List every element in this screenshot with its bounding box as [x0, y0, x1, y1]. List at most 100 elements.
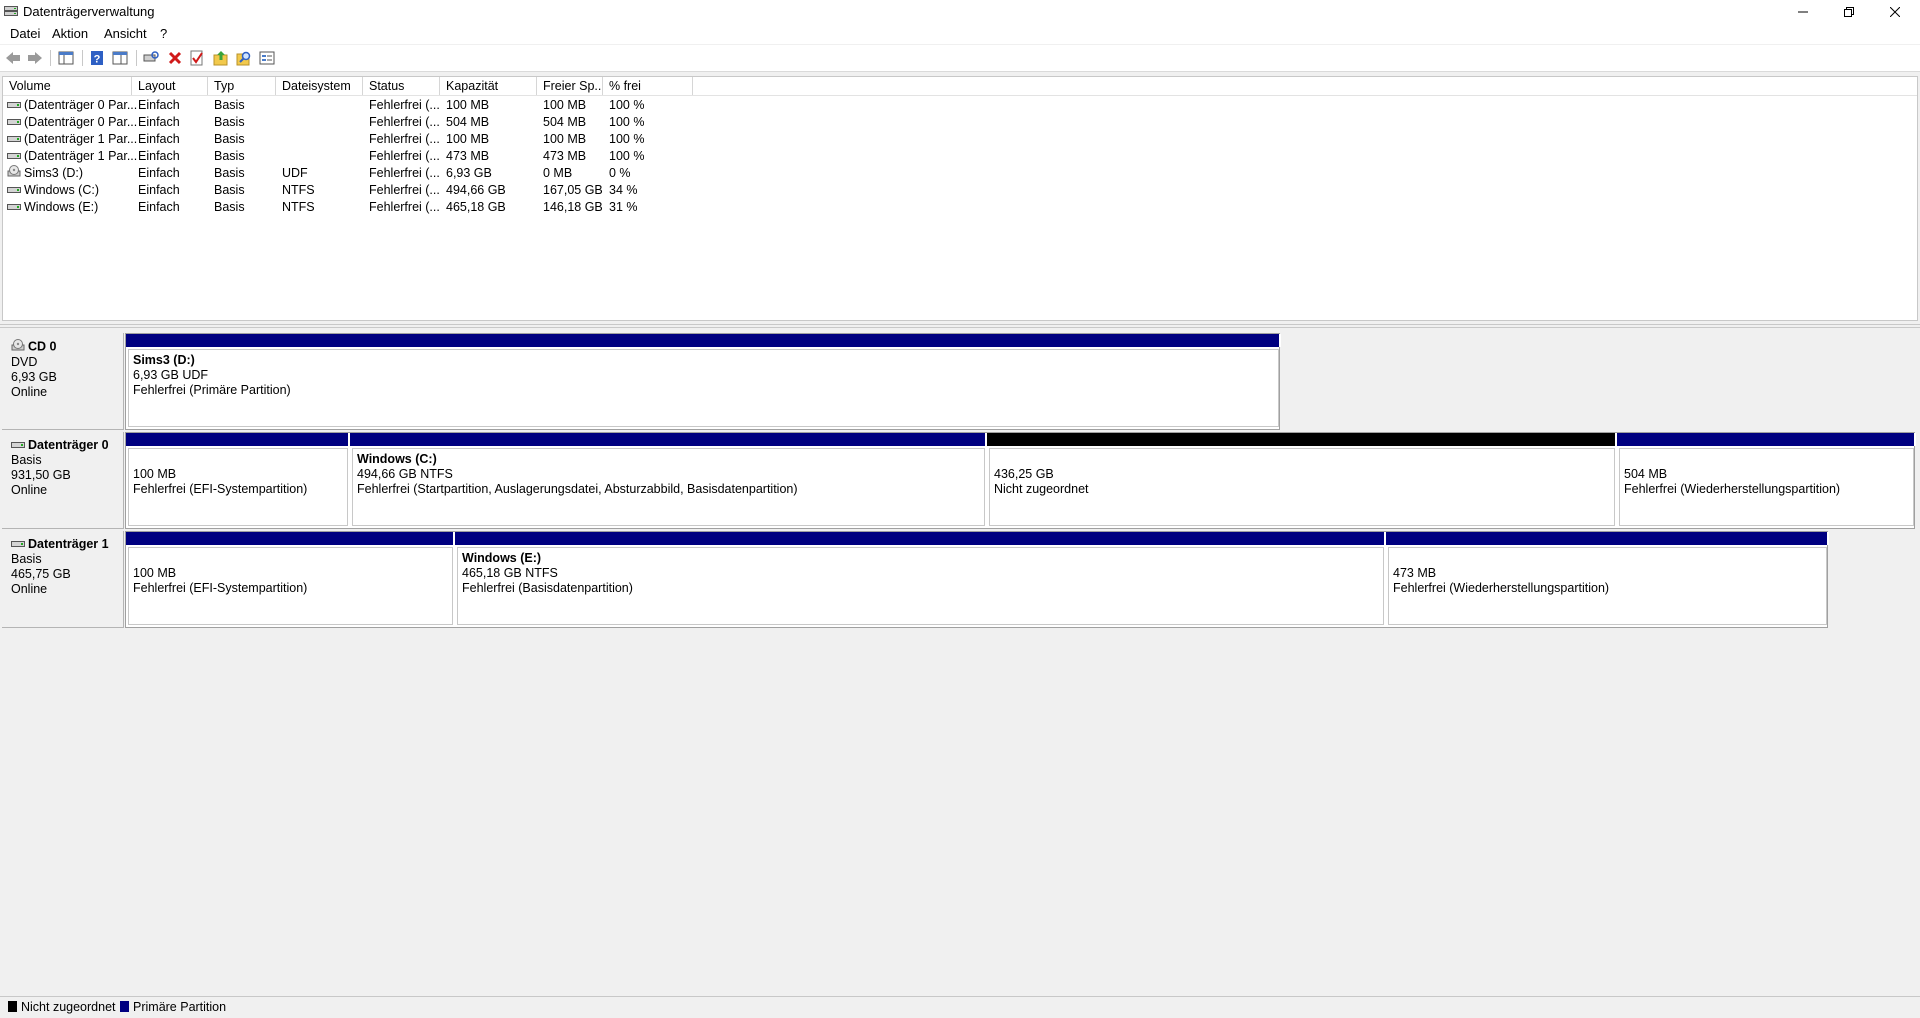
cell-kap: 6,93 GB: [446, 166, 492, 180]
cell-kap: 100 MB: [446, 98, 490, 112]
menu-help[interactable]: ?: [160, 26, 167, 41]
partition-bar: [126, 334, 1281, 347]
partition-name: [1393, 551, 1826, 566]
console-tree-button[interactable]: [56, 48, 76, 68]
delete-button[interactable]: [165, 48, 185, 68]
partition-line1: 100 MB: [133, 467, 177, 481]
partition-line2: Nicht zugeordnet: [994, 482, 1089, 496]
partition-bar: [1386, 532, 1829, 545]
partition-body: 100 MB Fehlerfrei (EFI-Systempartition): [128, 547, 453, 625]
cell-layout: Einfach: [138, 132, 180, 146]
import-button[interactable]: [211, 48, 231, 68]
cell-volume: (Datenträger 0 Par...: [7, 97, 137, 114]
partition-line2: Fehlerfrei (Basisdatenpartition): [462, 581, 633, 595]
disk-info[interactable]: Datenträger 1 Basis 465,75 GB Online: [2, 531, 124, 628]
search-button[interactable]: [234, 48, 254, 68]
column-dateisystem[interactable]: Dateisystem: [276, 77, 363, 95]
partition-body: 100 MB Fehlerfrei (EFI-Systempartition): [128, 448, 348, 526]
cell-frei: 473 MB: [543, 149, 587, 163]
column-volume[interactable]: Volume: [3, 77, 132, 95]
disk-state: Online: [11, 582, 48, 597]
cd-icon: [7, 165, 21, 177]
disk-icon: [7, 102, 21, 109]
help-button[interactable]: ?: [87, 48, 107, 68]
partition-name: Windows (E:): [462, 551, 542, 565]
view-button[interactable]: [257, 48, 277, 68]
partition-line1: 504 MB: [1624, 467, 1668, 481]
minimize-button[interactable]: [1780, 0, 1826, 24]
window-title: Datenträgerverwaltung: [23, 4, 155, 19]
cell-typ: Basis: [214, 166, 245, 180]
partition[interactable]: 504 MB Fehlerfrei (Wiederherstellungspart…: [1617, 433, 1916, 528]
partition-line2: Fehlerfrei (Primäre Partition): [133, 383, 291, 397]
menu-aktion[interactable]: Aktion: [52, 26, 88, 41]
disk-name: CD 0: [11, 339, 123, 355]
legend-primary: Primäre Partition: [120, 1000, 226, 1015]
partition-bar: [1617, 433, 1916, 446]
partition[interactable]: Windows (C:) 494,66 GB NTFS Fehlerfrei (St…: [350, 433, 987, 528]
restore-button[interactable]: [1826, 0, 1872, 24]
cell-layout: Einfach: [138, 200, 180, 214]
import-icon: [213, 51, 228, 66]
back-button[interactable]: [3, 48, 23, 68]
table-row[interactable]: Windows (E:) Einfach Basis NTFS Fehlerfrei (…: [3, 199, 1917, 216]
table-row[interactable]: (Datenträger 0 Par... Einfach Basis Fehlerf…: [3, 97, 1917, 114]
properties-icon: [112, 51, 128, 65]
volume-name: (Datenträger 1 Par...: [24, 149, 138, 163]
cell-status: Fehlerfrei (...: [369, 200, 440, 214]
table-row[interactable]: Windows (C:) Einfach Basis NTFS Fehlerfrei (…: [3, 182, 1917, 199]
connect-button[interactable]: [141, 48, 161, 68]
partition[interactable]: 473 MB Fehlerfrei (Wiederherstellungspart…: [1386, 532, 1829, 627]
disk-name: Datenträger 0: [11, 438, 123, 453]
menu-datei[interactable]: Datei: [10, 26, 40, 41]
column-kapazitaet[interactable]: Kapazität: [440, 77, 537, 95]
column-typ[interactable]: Typ: [208, 77, 276, 95]
partition-bar: [455, 532, 1386, 545]
column-prozent-frei[interactable]: % frei: [603, 77, 693, 95]
column-layout[interactable]: Layout: [132, 77, 208, 95]
cell-frei: 146,18 GB: [543, 200, 603, 214]
check-button[interactable]: [187, 48, 207, 68]
cell-typ: Basis: [214, 132, 245, 146]
table-row[interactable]: Sims3 (D:) Einfach Basis UDF Fehlerfrei (...…: [3, 165, 1917, 182]
table-row[interactable]: (Datenträger 0 Par... Einfach Basis Fehlerf…: [3, 114, 1917, 131]
column-status[interactable]: Status: [363, 77, 440, 95]
cell-layout: Einfach: [138, 183, 180, 197]
close-icon: [1890, 7, 1900, 17]
cell-volume: (Datenträger 1 Par...: [7, 148, 137, 165]
cell-volume: (Datenträger 0 Par...: [7, 114, 137, 131]
volume-name: (Datenträger 1 Par...: [24, 132, 138, 146]
partition-line1: 100 MB: [133, 566, 177, 580]
column-freier-speicher[interactable]: Freier Sp...: [537, 77, 603, 95]
disk-icon: [7, 199, 21, 216]
volume-list[interactable]: Volume Layout Typ Dateisystem Status Kap…: [2, 76, 1918, 321]
table-row[interactable]: (Datenträger 1 Par... Einfach Basis Fehlerf…: [3, 148, 1917, 165]
disk-type: Basis: [11, 453, 42, 468]
cell-kap: 494,66 GB: [446, 183, 506, 197]
table-row[interactable]: (Datenträger 1 Par... Einfach Basis Fehlerf…: [3, 131, 1917, 148]
cell-layout: Einfach: [138, 98, 180, 112]
check-icon: [190, 50, 203, 66]
unallocated-space[interactable]: 436,25 GB Nicht zugeordnet: [987, 433, 1617, 528]
disk-info[interactable]: Datenträger 0 Basis 931,50 GB Online: [2, 432, 124, 529]
disk-label: Datenträger 1: [28, 537, 109, 551]
disk-icon: [7, 204, 21, 211]
forward-button[interactable]: [25, 48, 45, 68]
cell-kap: 100 MB: [446, 132, 490, 146]
menu-ansicht[interactable]: Ansicht: [104, 26, 147, 41]
cell-status: Fehlerfrei (...: [369, 183, 440, 197]
toolbar: ?: [0, 45, 1920, 72]
partition-line1: 473 MB: [1393, 566, 1437, 580]
disk-icon: [7, 97, 21, 114]
disk-row: Datenträger 1 Basis 465,75 GB Online 100 MB F…: [0, 531, 1920, 628]
partition-body: 473 MB Fehlerfrei (Wiederherstellungspart…: [1388, 547, 1827, 625]
partition[interactable]: 100 MB Fehlerfrei (EFI-Systempartition): [126, 532, 455, 627]
disk-info[interactable]: CD 0 DVD 6,93 GB Online: [2, 333, 124, 430]
partition[interactable]: Sims3 (D:) 6,93 GB UDF Fehlerfrei (Primäre…: [126, 334, 1281, 429]
properties-button[interactable]: [110, 48, 130, 68]
partition[interactable]: Windows (E:) 465,18 GB NTFS Fehlerfrei (Ba…: [455, 532, 1386, 627]
pane-splitter[interactable]: [0, 324, 1920, 328]
partition[interactable]: 100 MB Fehlerfrei (EFI-Systempartition): [126, 433, 350, 528]
close-button[interactable]: [1872, 0, 1918, 24]
partition-name: Sims3 (D:): [133, 353, 195, 367]
